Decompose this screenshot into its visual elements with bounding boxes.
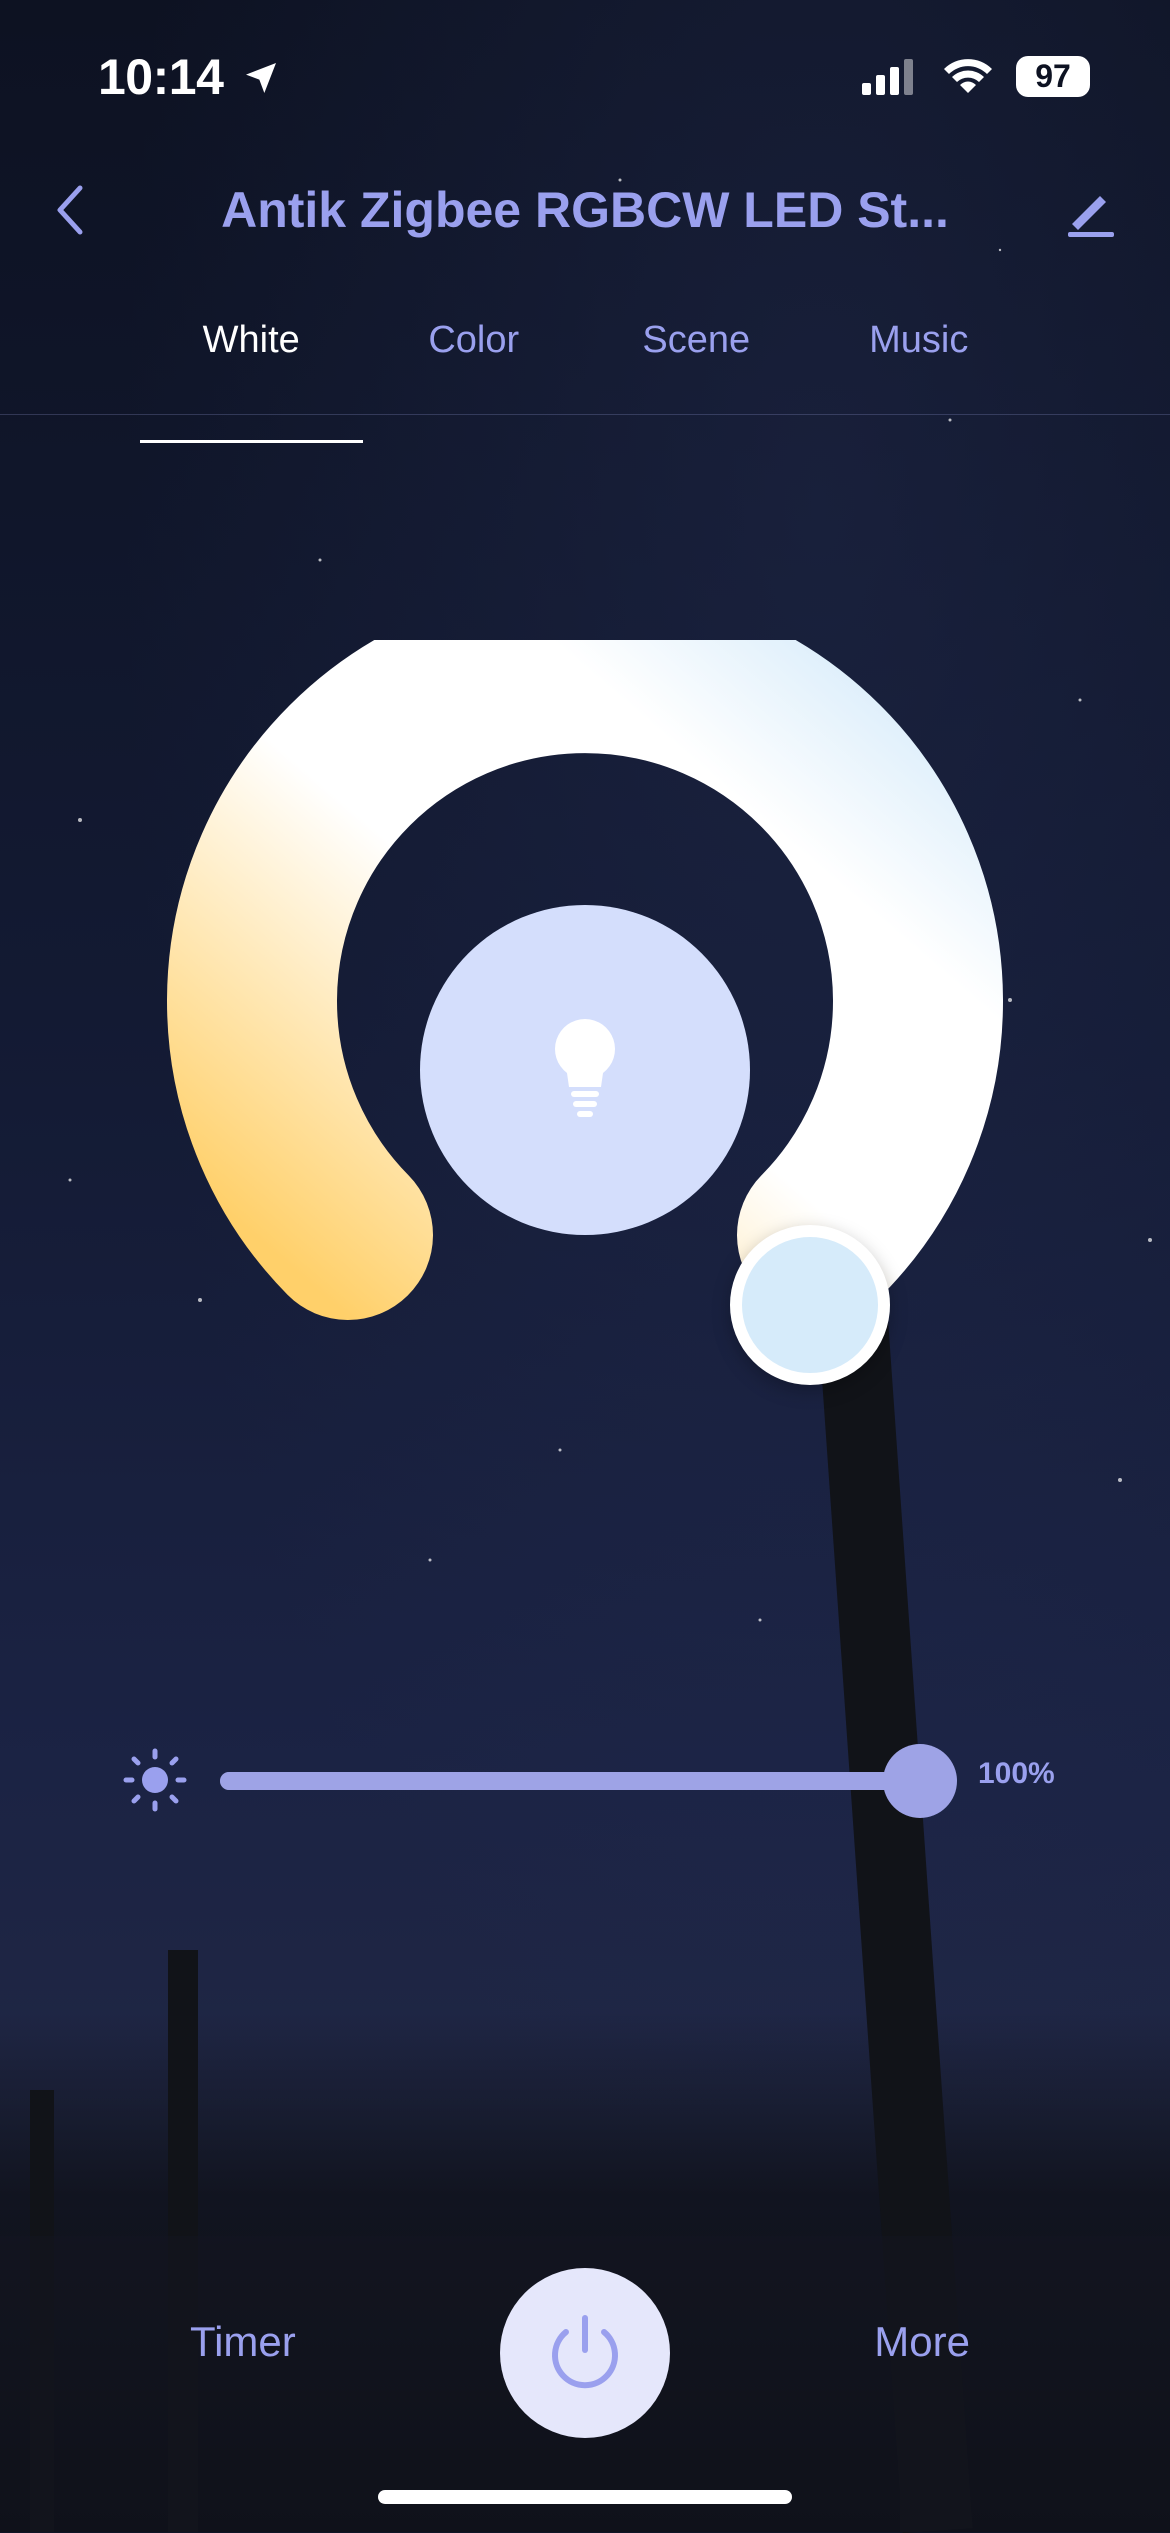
tab-divider (0, 414, 1170, 415)
brightness-slider[interactable] (220, 1744, 957, 1818)
status-bar: 10:14 97 (0, 0, 1170, 150)
brightness-slider-thumb[interactable] (883, 1744, 957, 1818)
temperature-knob[interactable] (730, 1225, 890, 1385)
tab-scene[interactable]: Scene (585, 300, 808, 415)
mode-tabs: White Color Scene Music (140, 300, 1031, 443)
tab-music[interactable]: Music (808, 300, 1031, 415)
pencil-icon (1068, 196, 1114, 237)
power-icon (552, 2315, 618, 2389)
color-temperature-wheel[interactable] (160, 640, 1010, 1400)
sun-icon (123, 1748, 187, 1812)
app-header: Antik Zigbee RGBCW LED St... (0, 160, 1170, 260)
light-bulb-icon (555, 1019, 615, 1117)
device-title: Antik Zigbee RGBCW LED St... (221, 182, 949, 238)
brightness-percent: 100% (978, 1757, 1055, 1790)
timer-button[interactable]: Timer (190, 2318, 296, 2366)
status-time: 10:14 (98, 48, 281, 106)
tab-color[interactable]: Color (363, 300, 586, 415)
edit-button[interactable] (1050, 170, 1130, 250)
location-arrow-icon (245, 63, 276, 93)
brightness-control: 100% (120, 1735, 1080, 1818)
light-preview-circle (420, 905, 750, 1235)
wifi-icon (944, 58, 992, 93)
tab-white[interactable]: White (140, 300, 363, 443)
cellular-signal-icon (862, 58, 913, 95)
battery-icon: 97 (1016, 56, 1090, 97)
brightness-slider-fill (220, 1772, 920, 1790)
more-button[interactable]: More (874, 2318, 970, 2366)
home-indicator[interactable] (378, 2490, 792, 2504)
power-button[interactable] (500, 2268, 670, 2438)
